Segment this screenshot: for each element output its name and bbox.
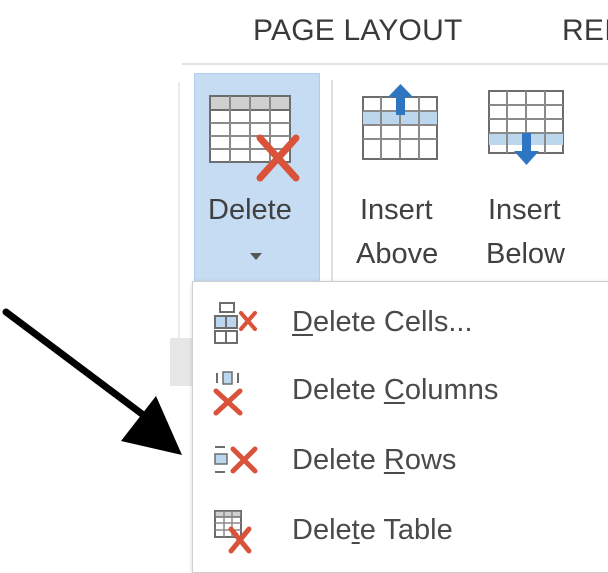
menu-item-label: Delete Cells... bbox=[292, 306, 473, 338]
tab-references[interactable]: REI bbox=[562, 14, 608, 48]
menu-item-delete-cells[interactable]: Delete Cells... bbox=[193, 288, 608, 356]
insert-above-line1: Insert bbox=[360, 194, 433, 226]
insert-above-line2: Above bbox=[356, 238, 439, 270]
insert-below-button[interactable]: Insert Below bbox=[480, 78, 590, 288]
delete-columns-icon bbox=[213, 371, 243, 416]
delete-table-large-icon bbox=[209, 95, 300, 182]
menu-item-label: Delete Columns bbox=[292, 374, 499, 406]
chevron-down-icon[interactable] bbox=[250, 253, 262, 260]
menu-item-delete-rows[interactable]: Delete Rows bbox=[193, 426, 608, 494]
insert-below-line2: Below bbox=[486, 238, 565, 270]
menu-item-label: Delete Rows bbox=[292, 444, 457, 476]
menu-item-delete-table[interactable]: Delete Table bbox=[193, 496, 608, 564]
ribbon-divider bbox=[182, 63, 608, 65]
group-separator bbox=[331, 80, 333, 284]
delete-dropdown-menu: Delete Cells... Delete Columns Delete Ro… bbox=[192, 281, 608, 573]
ribbon-edge bbox=[178, 82, 180, 344]
tab-page-layout[interactable]: PAGE LAYOUT bbox=[253, 14, 462, 48]
delete-cells-icon bbox=[214, 302, 257, 344]
menu-item-label: Delete Table bbox=[292, 514, 453, 546]
delete-table-icon bbox=[214, 510, 252, 554]
insert-row-above-icon bbox=[362, 84, 438, 160]
delete-button-label: Delete bbox=[208, 194, 292, 226]
insert-below-line1: Insert bbox=[488, 194, 561, 226]
delete-rows-icon bbox=[214, 446, 258, 474]
insert-row-below-icon bbox=[488, 90, 564, 165]
insert-above-button[interactable]: Insert Above bbox=[350, 78, 460, 288]
menu-item-delete-columns[interactable]: Delete Columns bbox=[193, 356, 608, 424]
